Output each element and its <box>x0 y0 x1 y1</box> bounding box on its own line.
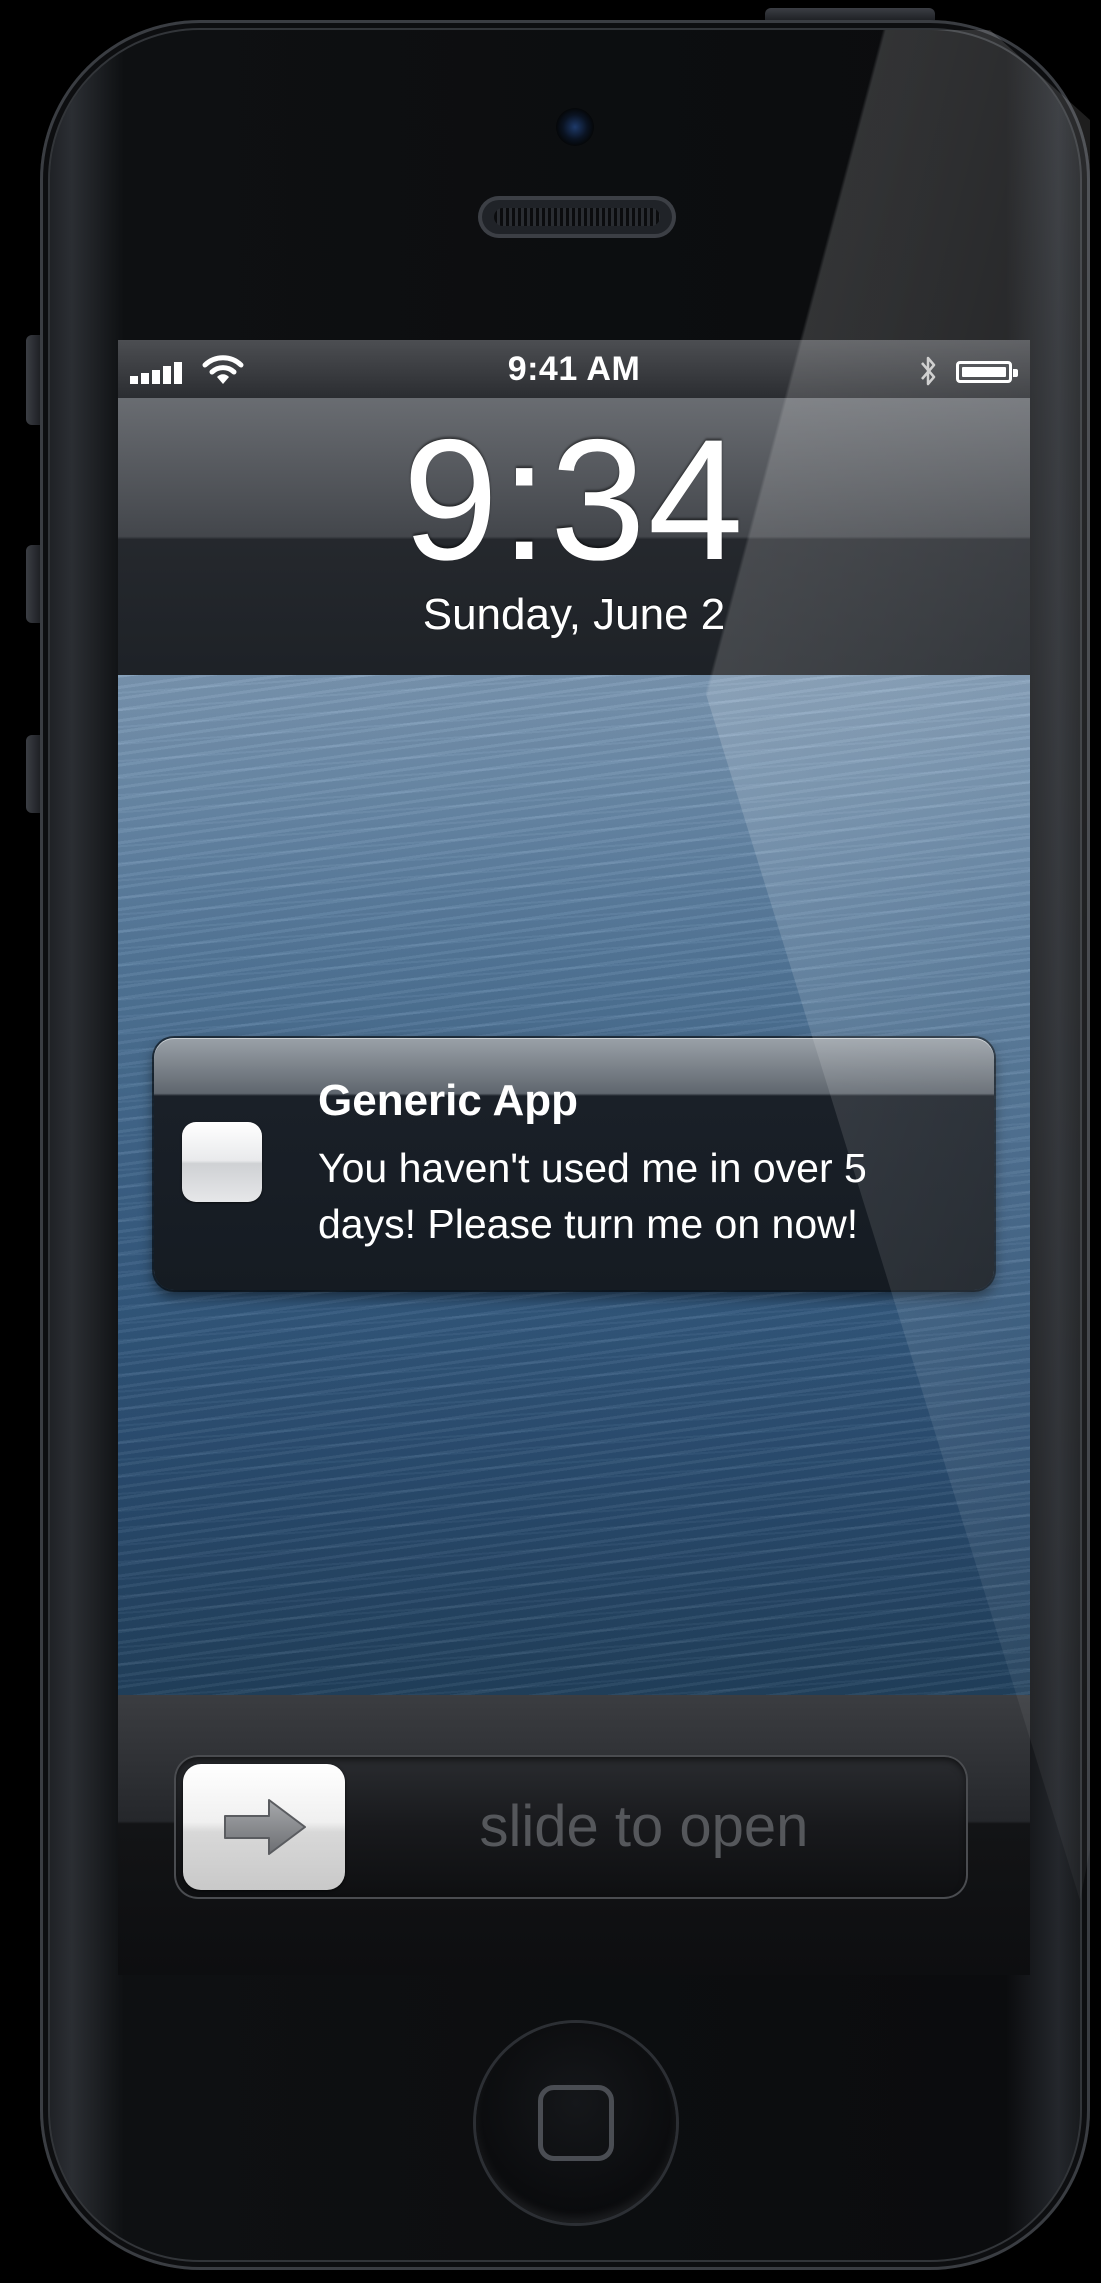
slide-to-open-label: slide to open <box>479 1794 809 1859</box>
notification-app-name: Generic App <box>318 1076 578 1125</box>
home-button[interactable] <box>476 2023 676 2223</box>
slide-to-open-knob[interactable] <box>183 1764 345 1890</box>
speaker-grill <box>494 208 660 226</box>
front-camera <box>556 108 594 146</box>
notification-banner[interactable]: Generic App You haven't used me in over … <box>154 1038 994 1290</box>
slide-to-open-track[interactable]: slide to open <box>174 1755 968 1899</box>
status-bar: 9:41 AM <box>118 340 1030 398</box>
notification-message: You haven't used me in over 5 days! Plea… <box>318 1145 867 1247</box>
arrow-right-icon <box>224 1799 306 1855</box>
clock-panel: 9:34 Sunday, June 2 <box>118 398 1030 675</box>
lock-date: Sunday, June 2 <box>422 590 726 639</box>
app-icon <box>182 1122 262 1202</box>
lock-time: 9:34 <box>402 404 746 596</box>
home-square-icon <box>538 2085 614 2161</box>
unlock-area: slide to open <box>118 1695 1030 1975</box>
bluetooth-icon <box>921 356 936 386</box>
lock-screen: 9:41 AM 9:34 Sunday, June 2 Generic App … <box>118 340 1030 1975</box>
status-time: 9:41 AM <box>507 350 641 388</box>
battery-level <box>962 367 1006 377</box>
stage: 9:41 AM 9:34 Sunday, June 2 Generic App … <box>0 0 1101 2283</box>
battery-icon <box>956 361 1018 383</box>
earpiece-speaker <box>478 196 676 238</box>
